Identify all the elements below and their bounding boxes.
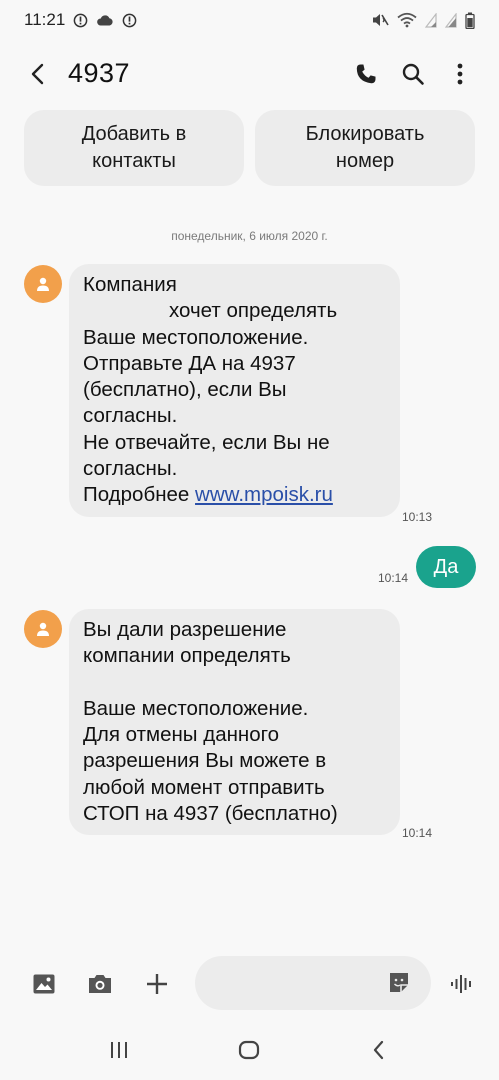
voice-icon[interactable] <box>448 970 476 998</box>
add-contact-label-2: контакты <box>92 150 176 172</box>
message-line: Отправьте ДА на 4937 <box>83 351 296 375</box>
phone-icon[interactable] <box>350 58 382 90</box>
status-right <box>371 12 475 29</box>
mute-icon <box>371 12 389 28</box>
message-line: Ваше местоположение. <box>83 325 309 349</box>
message-line-more: Подробнее www.mpoisk.ru <box>83 482 386 508</box>
home-icon[interactable] <box>236 1038 262 1062</box>
message-bubble-outgoing[interactable]: Да <box>416 546 476 588</box>
message-line: разрешения Вы можете в <box>83 749 327 773</box>
message-line: хочет определять <box>169 299 338 323</box>
signal-icon <box>425 12 437 28</box>
message-line: (бесплатно), если Вы <box>83 378 287 402</box>
wifi-icon <box>397 12 417 28</box>
navigation-bar <box>0 1030 499 1070</box>
composer <box>0 956 499 1012</box>
sticker-icon[interactable] <box>385 969 413 997</box>
cloud-icon <box>96 13 114 27</box>
gallery-icon[interactable] <box>30 970 58 998</box>
add-to-contacts-button[interactable]: Добавить в контакты <box>24 110 244 186</box>
message-line: Для отмены данного <box>83 723 280 747</box>
status-left: 11:21 <box>24 10 137 30</box>
add-contact-label-1: Добавить в <box>81 123 187 145</box>
message-link[interactable]: www.mpoisk.ru <box>195 483 333 506</box>
message-line <box>83 670 386 696</box>
message-text: Да <box>433 555 459 578</box>
message-time: 10:13 <box>402 510 433 524</box>
recents-icon[interactable] <box>106 1038 132 1062</box>
block-number-button[interactable]: Блокировать номер <box>255 110 475 186</box>
block-label-1: Блокировать <box>305 123 425 145</box>
message-line: Не отвечайте, если Вы не <box>83 430 330 454</box>
message-line: Компания <box>83 273 177 296</box>
back-icon[interactable] <box>366 1038 392 1062</box>
date-separator: понедельник, 6 июля 2020 г. <box>171 229 328 243</box>
signal-icon <box>445 12 457 28</box>
status-bar: 11:21 <box>0 0 499 40</box>
alert-icon <box>73 13 88 28</box>
message-line: любой момент отправить <box>83 775 325 799</box>
plus-icon[interactable] <box>143 970 171 998</box>
contact-title: 4937 <box>68 58 131 88</box>
avatar[interactable] <box>24 610 62 648</box>
message-line: СТОП на 4937 (бесплатно) <box>83 802 338 826</box>
more-label: Подробнее <box>83 483 190 507</box>
alert-icon <box>122 13 137 28</box>
message-line: компании определять <box>83 644 291 668</box>
message-line: согласны. <box>83 404 178 428</box>
battery-icon <box>465 12 475 29</box>
block-label-2: номер <box>335 150 395 172</box>
status-time: 11:21 <box>24 10 66 29</box>
message-input[interactable] <box>195 956 431 1010</box>
search-icon[interactable] <box>397 58 429 90</box>
camera-icon[interactable] <box>86 970 114 998</box>
avatar[interactable] <box>24 265 62 303</box>
message-line: Вы дали разрешение <box>83 618 287 641</box>
conversation-header: 4937 <box>0 48 499 100</box>
message-bubble-incoming[interactable]: Компания хочет определять Ваше местополо… <box>69 264 400 517</box>
message-line: согласны. <box>83 457 178 481</box>
more-vert-icon[interactable] <box>444 58 476 90</box>
message-time: 10:14 <box>378 571 409 585</box>
back-arrow-icon[interactable] <box>24 60 52 88</box>
message-bubble-incoming[interactable]: Вы дали разрешение компании определять В… <box>69 609 400 836</box>
message-time: 10:14 <box>402 826 433 840</box>
message-line: Ваше местоположение. <box>83 696 309 720</box>
